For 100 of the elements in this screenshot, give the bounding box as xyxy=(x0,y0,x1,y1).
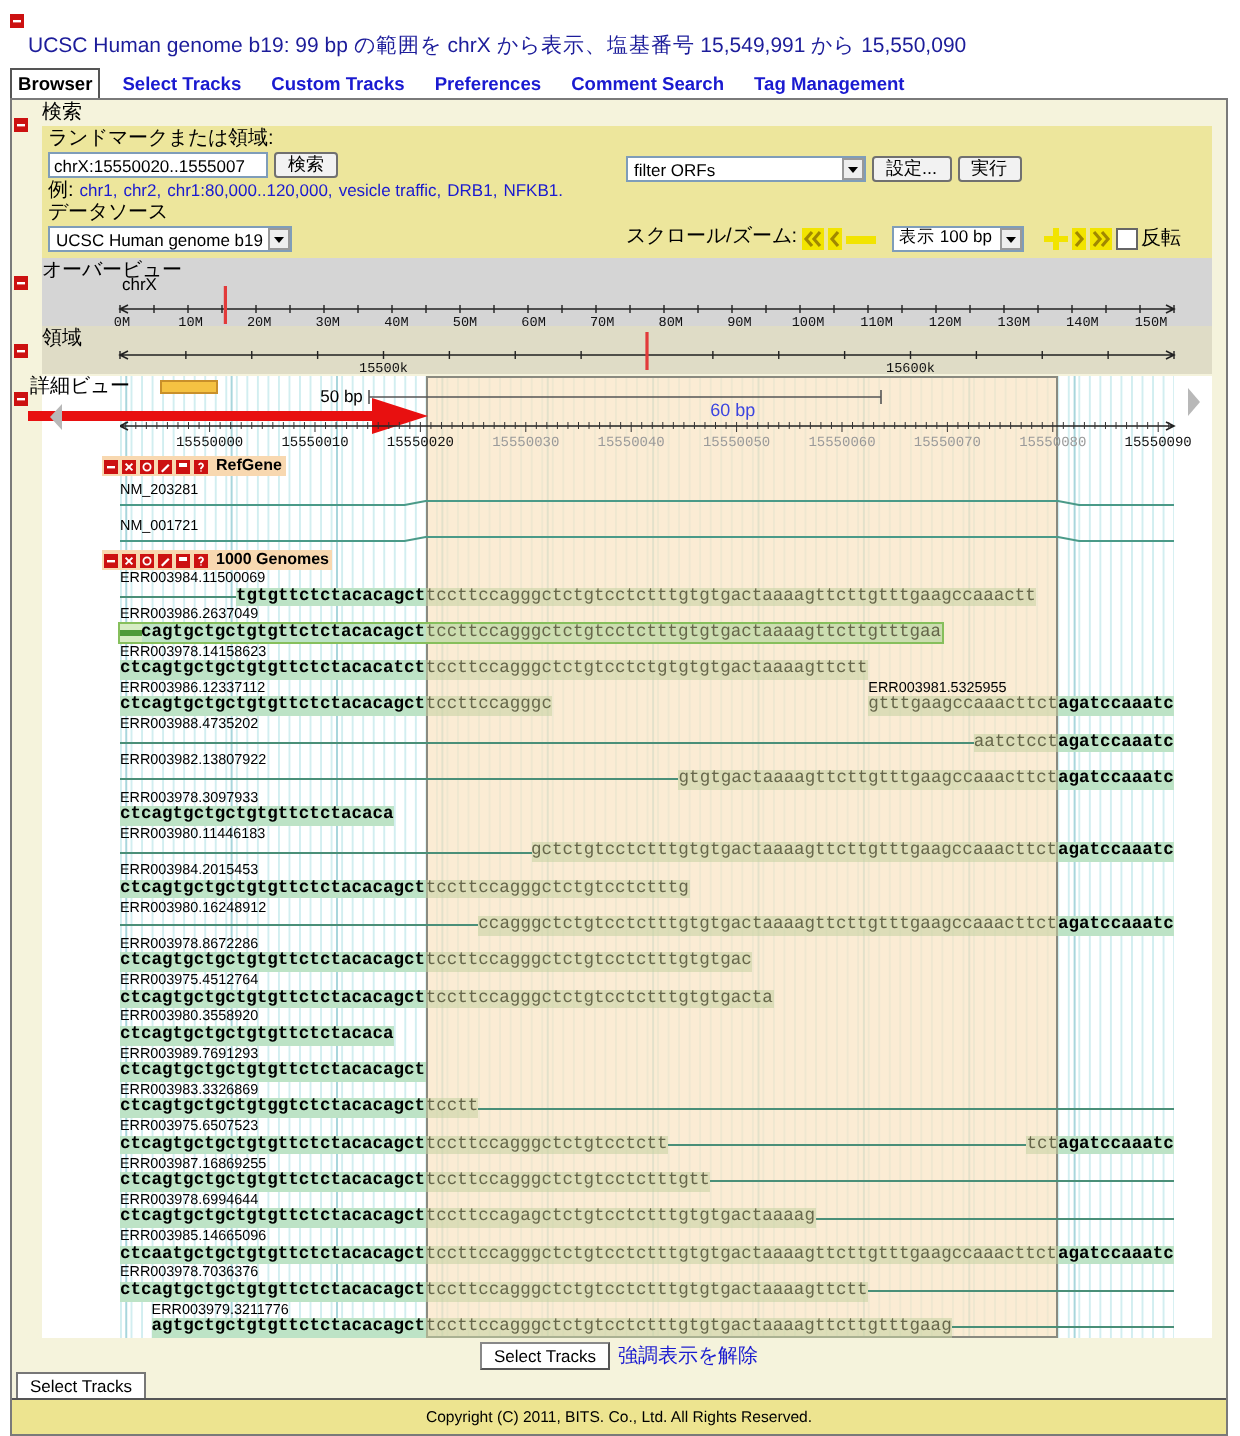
read-sequence: tccttccagggc xyxy=(425,696,553,717)
read-sequence: agatccaaatc xyxy=(1058,842,1174,863)
run-button[interactable]: 実行 xyxy=(957,156,1022,182)
example-link[interactable]: chr2, xyxy=(123,180,162,200)
tab[interactable]: Custom Tracks xyxy=(263,68,413,98)
read-alignment[interactable]: ctcagtgctgctgtgttctctacacagcttccttccagggctctgtcctctttgtgtgacta xyxy=(120,989,774,1009)
clear-highlight-link[interactable]: 強調表示を解除 xyxy=(618,1341,759,1370)
read-alignment[interactable]: agtgctgctgtgttctctacacagcttccttccagggctctgtcctctttgtgtgactaaaagttcttgtttgaag xyxy=(151,1318,1174,1338)
read-sequence: tccttccagggctctgtcctctttgtt xyxy=(425,1172,711,1192)
read-sequence: agatccaaatc xyxy=(1058,1135,1174,1155)
read-alignment[interactable]: ctcagtgctgctgtgttctctacacagcttccttccagggctctgtcctctttgtgtgac xyxy=(120,952,753,972)
track-header: RefGene xyxy=(102,456,286,476)
read-sequence[interactable]: ctcagtgctgctgtgttctctacaca xyxy=(120,1025,395,1046)
read-sequence: agatccaaatc xyxy=(1058,916,1174,936)
read-sequence: agatccaaatc xyxy=(1058,769,1174,790)
question-icon[interactable] xyxy=(194,553,208,567)
read-alignment[interactable]: ctcagtgctgctgtggtctctacacagcttcctt xyxy=(120,1098,1174,1119)
tab[interactable]: Preferences xyxy=(426,68,550,98)
read-sequence: ctcagtgctgctgtgttctctacacagct xyxy=(120,952,426,972)
tab[interactable]: Comment Search xyxy=(563,68,733,98)
read-alignment[interactable]: ctcagtgctgctgtgttctctacacagcttccttccagggctctgtcctctt tctagatccaaatc xyxy=(120,1135,1174,1155)
zoom-dropdown[interactable]: 表示 100 bp xyxy=(891,225,1024,251)
scale-label: 50 bp xyxy=(320,388,363,406)
read-sequence[interactable]: ctcagtgctgctgtgttctctacacagct xyxy=(120,1062,426,1082)
select-tracks-button[interactable]: Select Tracks xyxy=(479,1341,611,1370)
tab[interactable]: Browser xyxy=(10,68,101,98)
read-sequence: tcctt xyxy=(425,1098,479,1119)
read-sequence[interactable]: ctcagtgctgctgtgttctctacaca xyxy=(120,806,395,826)
read-alignment[interactable]: ctcagtgctgctgtgttctctacacatcttccttccagggctctgtcctctgtgtgtgactaaaagttctt xyxy=(120,660,869,680)
example-link[interactable]: DRB1, xyxy=(447,180,498,200)
read-sequence: ctcagtgctgctgtgttctctacacagct xyxy=(120,1135,426,1155)
example-link[interactable]: chr1, xyxy=(79,180,118,200)
read-alignment[interactable]: gtttgaagccaaacttctagatccaaatc xyxy=(868,696,1174,717)
example-link[interactable]: NFKB1. xyxy=(503,180,563,200)
minus-icon[interactable] xyxy=(104,459,118,473)
read-alignment[interactable]: ctcagtgctgctgtgttctctacacagcttccttccagggctctgtcctctttgtgtgactaaaagttctt xyxy=(120,1281,1174,1302)
read-alignment[interactable]: aatctcctagatccaaatc xyxy=(120,733,1174,753)
read-alignment[interactable]: tgtgttctctacacagcttccttccagggctctgtcctctttgtgtgactaaaagttcttgtttgaagccaaactt xyxy=(120,587,1037,607)
source-dropdown[interactable]: UCSC Human genome b19 xyxy=(48,226,292,252)
read-sequence: ctcagtgctgctgtgttctctacacagct xyxy=(120,1208,426,1228)
read-sequence: agatccaaatc xyxy=(1058,733,1174,753)
connector-line xyxy=(120,595,236,598)
field-label: ランドマークまたは領域: xyxy=(48,130,276,150)
read-alignment[interactable]: gtgtgactaaaagttcttgtttgaagccaaacttctagatccaaatc xyxy=(120,769,1174,790)
double-chevron-left-icon xyxy=(801,227,824,249)
read-alignment[interactable]: ctcagtgctgctgtgttctctacacagcttccttccagggctctgtcctctttgtt xyxy=(120,1172,1174,1192)
circle-icon[interactable] xyxy=(140,553,154,567)
select-tracks-tab[interactable]: Select Tracks xyxy=(16,1371,147,1398)
collapse-icon[interactable] xyxy=(14,392,28,406)
double-chevron-right-icon xyxy=(1089,227,1112,249)
collapse-icon[interactable] xyxy=(10,14,24,28)
settings-button[interactable]: 設定... xyxy=(872,156,952,182)
close-icon[interactable] xyxy=(122,459,136,473)
read-alignment[interactable]: ctcaatgctgctgtgttctctacacagcttccttccagggctctgtcctctttgtgtgactaaaagttcttgtttgaagccaaacttct agatccaaatc xyxy=(120,1245,1174,1265)
landmark-input[interactable]: chrX:15550020..1555007 xyxy=(48,152,268,178)
track-header: 1000 Genomes xyxy=(102,550,333,570)
read-alignment[interactable]: ctcagtgctgctgtgttctctacacagcttccttccagggctctgtcctctttg xyxy=(120,879,690,899)
tab[interactable]: Select Tracks xyxy=(114,68,250,98)
dropdown-caret-icon xyxy=(842,158,864,180)
filter-dropdown[interactable]: filter ORFs xyxy=(626,156,866,182)
close-icon[interactable] xyxy=(122,553,136,567)
search-button[interactable]: 検索 xyxy=(274,152,338,178)
chromosome-label: chrX xyxy=(122,276,157,294)
scroll-far-right-button[interactable] xyxy=(1089,227,1112,249)
collapse-icon[interactable] xyxy=(14,118,28,132)
read-sequence: gctctgtcctctttgtgtgactaaaagttcttgtttgaagccaaacttct xyxy=(531,842,1059,863)
pencil-icon[interactable] xyxy=(158,553,172,567)
span-label: 60 bp xyxy=(710,400,756,420)
read-sequence: tgtgttctctacacagct xyxy=(235,587,426,607)
read-alignment[interactable]: ccagggctctgtcctctttgtgtgactaaaagttcttgtttgaagccaaacttctagatccaaatc xyxy=(120,916,1174,936)
example-link[interactable]: vesicle traffic, xyxy=(338,180,442,200)
collapse-icon[interactable] xyxy=(14,344,28,358)
scroll-far-left-button[interactable] xyxy=(801,227,824,249)
examples-label: 例: xyxy=(48,182,74,202)
scroll-right-button[interactable] xyxy=(1071,227,1086,249)
example-link[interactable]: chr1:80,000..120,000, xyxy=(167,180,333,200)
read-alignment[interactable]: gctctgtcctctttgtgtgactaaaagttcttgtttgaagccaaacttctagatccaaatc xyxy=(120,842,1174,863)
read-sequence: agatccaaatc xyxy=(1058,1245,1174,1265)
scroll-left-icon[interactable] xyxy=(50,404,62,430)
view-indicator xyxy=(160,380,218,394)
scroll-left-button[interactable] xyxy=(827,227,842,249)
tab[interactable]: Tag Management xyxy=(746,68,913,98)
circle-icon[interactable] xyxy=(140,459,154,473)
read-sequence: tccttccagagctctgtcctctttgtgtgactaaaag xyxy=(425,1208,816,1228)
read-sequence: tccttccagggctctgtcctctttgtgtgactaaaagttcttgtttgaagccaaactt xyxy=(425,587,1037,607)
dropdown-caret-icon xyxy=(268,228,290,250)
section-title: 領域 xyxy=(42,328,84,350)
read-sequence: ctcagtgctgctgtgttctctacacagct xyxy=(120,1172,426,1192)
read-alignment[interactable]: ctcagtgctgctgtgttctctacacagcttccttccagagctctgtcctctttgtgtgactaaaag xyxy=(120,1208,1174,1228)
section-title: 検索 xyxy=(42,102,84,124)
checkbox[interactable] xyxy=(1115,227,1138,249)
minus-icon[interactable] xyxy=(104,553,118,567)
read-sequence: tccttccagggctctgtcctctttg xyxy=(425,879,690,899)
question-icon[interactable] xyxy=(194,459,208,473)
flip-checkbox[interactable]: 反転 xyxy=(1115,224,1182,252)
read-sequence: tccttccagggctctgtcctctttgtgtgactaaaagttctt xyxy=(425,1281,869,1302)
pencil-icon[interactable] xyxy=(158,459,172,473)
read-alignment[interactable]: cagtgctgctgtgttctctacacagcttccttccagggctctgtcctctttgtgtgactaaaagttcttgtttgaa xyxy=(120,623,943,643)
collapse-icon[interactable] xyxy=(14,276,28,290)
read-alignment[interactable]: ctcagtgctgctgtgttctctacacagcttccttccagggc xyxy=(120,696,553,717)
